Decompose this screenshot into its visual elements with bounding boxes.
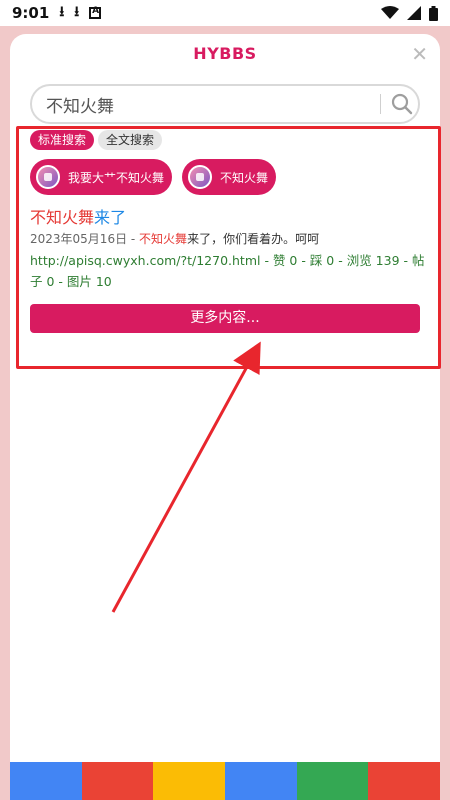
annotation-arrow bbox=[111, 341, 261, 613]
